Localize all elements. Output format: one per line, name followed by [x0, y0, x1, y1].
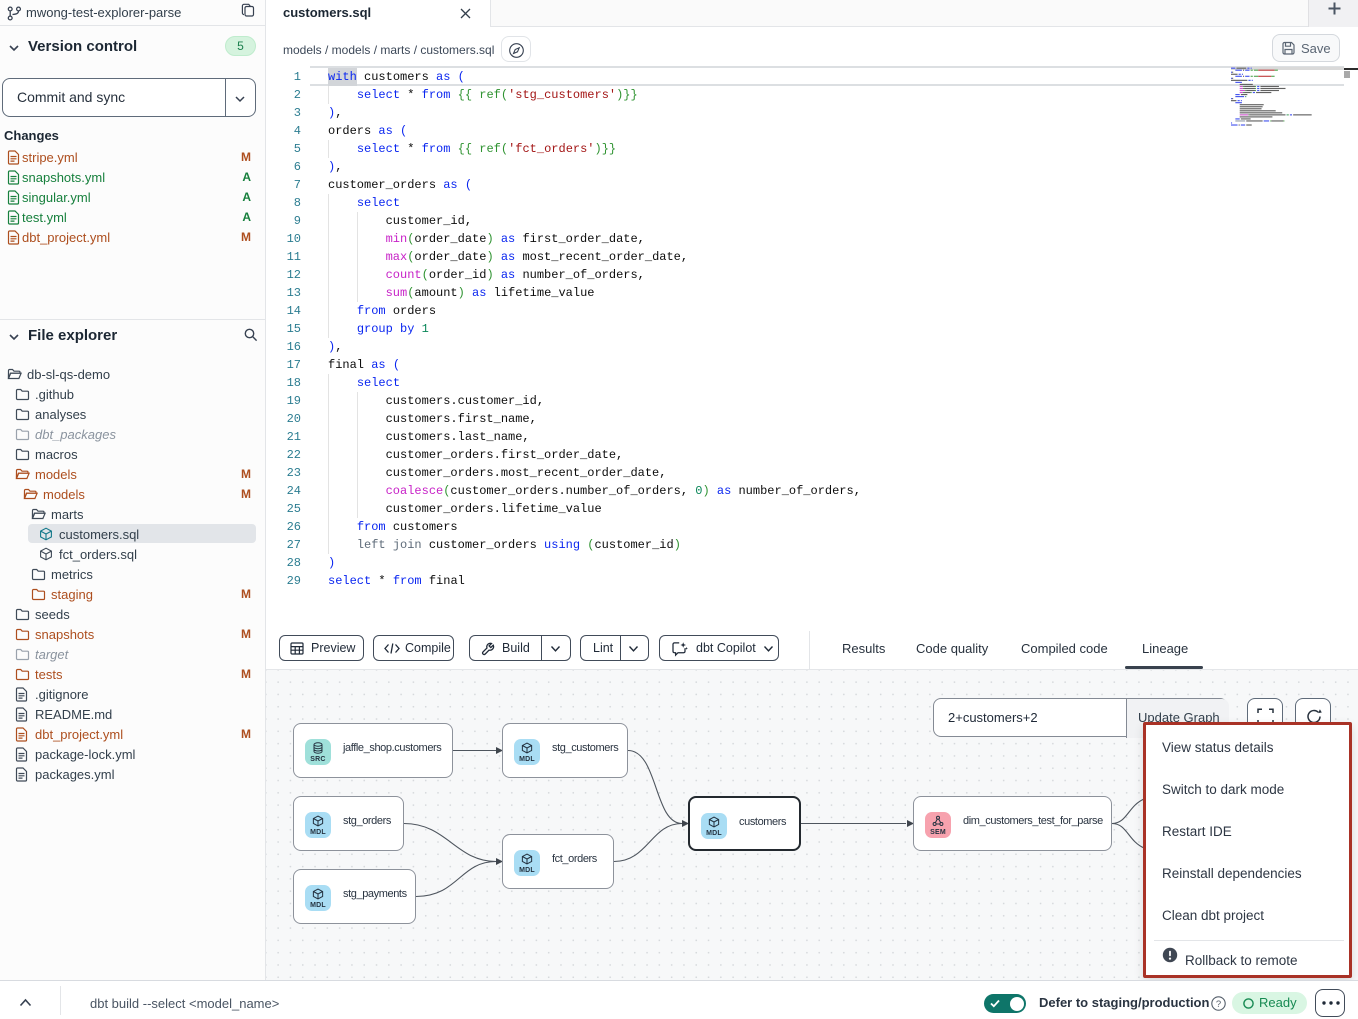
svg-text:?: ? [1216, 999, 1221, 1010]
